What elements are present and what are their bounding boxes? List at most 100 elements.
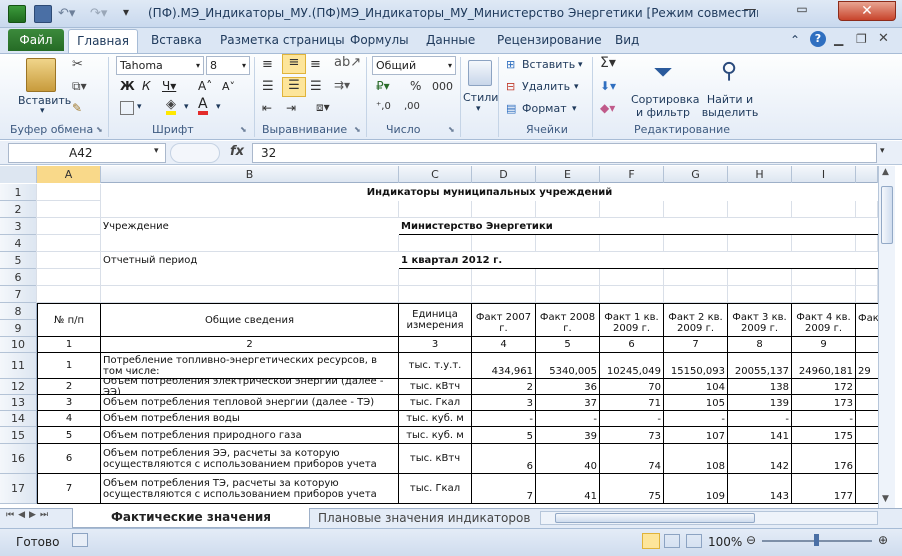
increase-indent-icon[interactable]: ⇥ <box>286 101 296 115</box>
align-bottom-icon[interactable]: ≡ <box>310 57 321 72</box>
row-value-cell[interactable]: 41 <box>536 474 600 504</box>
sheet-title[interactable]: Индикаторы муниципальных учреждений <box>101 184 878 201</box>
zoom-in-icon[interactable]: ⊕ <box>878 533 888 547</box>
row-unit-cell[interactable]: тыс. кВтч <box>399 379 472 395</box>
help-icon[interactable]: ? <box>810 31 826 47</box>
row-description-cell[interactable]: Потребление топливно-энергетических ресу… <box>101 353 399 379</box>
col-header-e[interactable]: E <box>536 166 600 183</box>
fill-color-icon[interactable]: ◈ <box>166 98 176 115</box>
sheet-nav-icon[interactable]: ⏮◀▶⏭ <box>6 510 52 520</box>
align-top-icon[interactable]: ≡ <box>262 57 273 72</box>
minimize-ribbon-icon[interactable]: ⌃ <box>790 33 800 47</box>
row-value-cell[interactable]: 138 <box>728 379 792 395</box>
thousands-separator-icon[interactable]: 000 <box>432 80 453 93</box>
scroll-up-icon[interactable]: ▲ <box>882 167 889 177</box>
decrease-indent-icon[interactable]: ⇤ <box>262 101 272 115</box>
row-number-cell[interactable]: 3 <box>37 395 101 411</box>
formula-input[interactable]: 32 <box>252 143 877 163</box>
row-value-cell[interactable]: 73 <box>600 427 664 444</box>
formula-bar-splitter[interactable] <box>170 143 220 163</box>
row-header-10[interactable]: 10 <box>0 337 37 353</box>
header-h[interactable]: Факт 3 кв. 2009 г. <box>728 303 792 337</box>
currency-icon[interactable]: ₽▾ <box>376 79 390 93</box>
sort-filter-button[interactable]: Сортировка и фильтр <box>631 93 700 119</box>
macro-record-icon[interactable] <box>72 533 88 547</box>
row-header-11[interactable]: 11 <box>0 353 37 379</box>
row-value-cell[interactable]: 75 <box>600 474 664 504</box>
row-header-4[interactable]: 4 <box>0 235 37 252</box>
row-description-cell[interactable]: Объем потребления тепловой энергии (дале… <box>101 395 399 411</box>
save-icon[interactable] <box>34 5 52 23</box>
row-header-3[interactable]: 3 <box>0 218 37 235</box>
grow-font-icon[interactable]: A˄ <box>198 79 212 93</box>
row-description-cell[interactable]: Объем потребления ЭЭ, расчеты за которую… <box>101 444 399 474</box>
font-color-icon[interactable]: A <box>198 97 208 115</box>
page-break-view-icon[interactable] <box>686 534 702 548</box>
institution-label[interactable]: Учреждение <box>101 218 399 235</box>
row-value-cell[interactable]: 105 <box>664 395 728 411</box>
row-description-cell[interactable]: Объем потребления ТЭ, расчеты за которую… <box>101 474 399 504</box>
scroll-down-icon[interactable]: ▼ <box>882 494 889 504</box>
tab-data[interactable]: Данные <box>426 33 475 47</box>
row-value-cell[interactable]: 5 <box>472 427 536 444</box>
row-header-13[interactable]: 13 <box>0 395 37 411</box>
fill-color-dropdown-icon[interactable]: ▾ <box>184 102 189 112</box>
row-value-cell[interactable] <box>856 379 878 395</box>
vertical-scrollbar[interactable]: ▲ ▼ <box>878 166 895 508</box>
row-value-cell[interactable]: 37 <box>536 395 600 411</box>
row-unit-cell[interactable]: тыс. т.у.т. <box>399 353 472 379</box>
row-value-cell[interactable] <box>856 427 878 444</box>
period-label[interactable]: Отчетный период <box>101 252 399 269</box>
row-description-cell[interactable]: Объем потребления электрической энергии … <box>101 379 399 395</box>
format-dropdown-icon[interactable]: ▾ <box>572 104 577 114</box>
row-header-6[interactable]: 6 <box>0 269 37 286</box>
doc-close-icon[interactable]: ✕ <box>878 31 889 46</box>
row-unit-cell[interactable]: тыс. куб. м <box>399 411 472 427</box>
name-box-dropdown-icon[interactable]: ▾ <box>154 146 159 156</box>
tab-formulas[interactable]: Формулы <box>350 33 409 47</box>
paste-icon[interactable] <box>26 58 56 92</box>
row-value-cell[interactable]: 2 <box>472 379 536 395</box>
row-header-12[interactable]: 12 <box>0 379 37 395</box>
row-header-1[interactable]: 1 <box>0 184 37 201</box>
row-value-cell[interactable]: 175 <box>792 427 856 444</box>
header-unit[interactable]: Единица измерения <box>399 303 472 337</box>
col-header-j[interactable] <box>856 166 878 183</box>
row-value-cell[interactable]: 141 <box>728 427 792 444</box>
find-select-icon[interactable]: ⚲ <box>714 58 744 88</box>
tab-insert[interactable]: Вставка <box>151 33 202 47</box>
redo-icon[interactable]: ↷▾ <box>90 6 107 21</box>
sheet-tab-planned[interactable]: Плановые значения индикаторов <box>318 511 530 525</box>
vertical-scroll-thumb[interactable] <box>881 186 893 244</box>
col-header-i[interactable]: I <box>792 166 856 183</box>
styles-dropdown-icon[interactable]: ▾ <box>476 104 481 114</box>
row-value-cell[interactable]: 109 <box>664 474 728 504</box>
format-cells-button[interactable]: Формат <box>522 102 567 115</box>
header-d[interactable]: Факт 2007 г. <box>472 303 536 337</box>
header-num[interactable]: № п/п <box>37 303 101 337</box>
header-i[interactable]: Факт 4 кв. 2009 г. <box>792 303 856 337</box>
autosum-icon[interactable]: Σ▾ <box>600 55 616 71</box>
row-value-cell[interactable]: 15150,093 <box>664 353 728 379</box>
font-size-combo[interactable]: 8 ▾ <box>206 56 250 75</box>
find-select-button[interactable]: Найти и выделить <box>700 93 760 119</box>
sort-filter-icon[interactable]: ⏷ <box>648 58 678 88</box>
styles-icon[interactable] <box>468 60 492 86</box>
undo-icon[interactable]: ↶▾ <box>58 6 75 21</box>
insert-cells-button[interactable]: Вставить <box>522 58 575 71</box>
row-value-cell[interactable]: 176 <box>792 444 856 474</box>
row-value-cell[interactable]: 36 <box>536 379 600 395</box>
wrap-text-icon[interactable]: ⇉▾ <box>334 78 350 92</box>
row-value-cell[interactable]: 10245,049 <box>600 353 664 379</box>
page-layout-view-icon[interactable] <box>664 534 680 548</box>
row-value-cell[interactable]: 39 <box>536 427 600 444</box>
row-value-cell[interactable]: 7 <box>472 474 536 504</box>
col-header-f[interactable]: F <box>600 166 664 183</box>
row-value-cell[interactable]: - <box>472 411 536 427</box>
copy-icon[interactable]: ⧉▾ <box>72 79 87 94</box>
name-box[interactable]: A42 <box>8 143 166 163</box>
row-value-cell[interactable]: 71 <box>600 395 664 411</box>
row-number-cell[interactable]: 1 <box>37 353 101 379</box>
header-f[interactable]: Факт 1 кв. 2009 г. <box>600 303 664 337</box>
index-cell[interactable]: 4 <box>472 337 536 353</box>
